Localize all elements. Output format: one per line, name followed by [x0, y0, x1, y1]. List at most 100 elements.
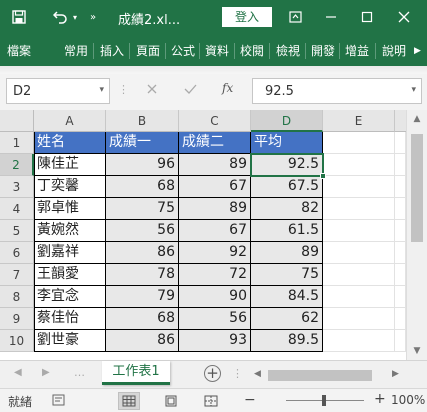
sheet-tabs-more-icon[interactable]: …	[74, 366, 85, 379]
cell-d1[interactable]: 平均	[251, 132, 323, 154]
cell-a9[interactable]: 蔡佳怡	[34, 308, 106, 330]
cell-f10[interactable]	[395, 330, 406, 352]
cell-e5[interactable]	[323, 220, 395, 242]
cell-e3[interactable]	[323, 176, 395, 198]
column-header-c[interactable]: C	[179, 110, 251, 132]
cell-b8[interactable]: 79	[106, 286, 179, 308]
cell-d8[interactable]: 84.5	[251, 286, 323, 308]
cell-f9[interactable]	[395, 308, 406, 330]
fill-handle[interactable]	[320, 173, 326, 179]
cell-f4[interactable]	[395, 198, 406, 220]
cell-c1[interactable]: 成績二	[179, 132, 251, 154]
row-header-4[interactable]: 4	[0, 198, 34, 220]
undo-dropdown-icon[interactable]: ▾	[70, 0, 80, 34]
cell-e6[interactable]	[323, 242, 395, 264]
tab-insert[interactable]: 插入	[100, 42, 124, 60]
column-header-e[interactable]: E	[323, 110, 395, 132]
zoom-level[interactable]: 100%	[391, 393, 425, 407]
cell-e10[interactable]	[323, 330, 395, 352]
expand-formula-bar-icon[interactable]: ▾	[411, 85, 416, 95]
cell-b4[interactable]: 75	[106, 198, 179, 220]
confirm-entry-icon[interactable]	[184, 83, 197, 98]
scroll-left-icon[interactable]: ◀	[254, 369, 261, 379]
cell-a6[interactable]: 劉嘉祥	[34, 242, 106, 264]
column-header-b[interactable]: B	[106, 110, 179, 132]
row-header-5[interactable]: 5	[0, 220, 34, 242]
row-header-8[interactable]: 8	[0, 286, 34, 308]
cell-e2[interactable]	[323, 154, 395, 176]
tab-formulas[interactable]: 公式	[171, 42, 195, 60]
cell-b2[interactable]: 96	[106, 154, 179, 176]
tab-home[interactable]: 常用	[64, 42, 88, 60]
undo-icon[interactable]	[50, 0, 70, 34]
save-icon[interactable]	[8, 0, 30, 34]
cell-b10[interactable]: 86	[106, 330, 179, 352]
name-box-dropdown-icon[interactable]: ▾	[99, 85, 104, 95]
row-header-1[interactable]: 1	[0, 132, 34, 154]
name-box[interactable]: D2 ▾	[6, 78, 110, 104]
cell-c4[interactable]: 89	[179, 198, 251, 220]
cell-c6[interactable]: 92	[179, 242, 251, 264]
cell-f7[interactable]	[395, 264, 406, 286]
scroll-right-icon[interactable]: ▶	[392, 369, 399, 379]
vertical-scroll-thumb[interactable]	[411, 134, 423, 242]
scroll-up-icon[interactable]: ▲	[407, 114, 427, 124]
cell-f2[interactable]	[395, 154, 406, 176]
tab-data[interactable]: 資料	[205, 42, 229, 60]
cell-b3[interactable]: 68	[106, 176, 179, 198]
tab-review[interactable]: 校閱	[240, 42, 264, 60]
row-header-3[interactable]: 3	[0, 176, 34, 198]
cell-a5[interactable]: 黃婉然	[34, 220, 106, 242]
cell-d7[interactable]: 75	[251, 264, 323, 286]
cell-b9[interactable]: 68	[106, 308, 179, 330]
cell-f8[interactable]	[395, 286, 406, 308]
cell-d10[interactable]: 89.5	[251, 330, 323, 352]
row-header-9[interactable]: 9	[0, 308, 34, 330]
zoom-out-icon[interactable]: −	[244, 392, 256, 408]
close-icon[interactable]	[393, 0, 415, 34]
cell-c7[interactable]: 72	[179, 264, 251, 286]
cell-f6[interactable]	[395, 242, 406, 264]
row-header-6[interactable]: 6	[0, 242, 34, 264]
zoom-in-icon[interactable]: +	[374, 391, 386, 407]
minimize-icon[interactable]	[320, 0, 342, 34]
formula-input[interactable]: 92.5 ▾	[252, 78, 422, 104]
tab-file[interactable]: 檔案	[7, 42, 31, 60]
cell-f3[interactable]	[395, 176, 406, 198]
select-all-corner[interactable]	[0, 110, 34, 132]
column-header-d[interactable]: D	[251, 110, 323, 132]
accessibility-icon[interactable]	[52, 393, 66, 410]
tab-developer[interactable]: 開發	[311, 42, 335, 60]
zoom-slider-thumb[interactable]	[322, 395, 326, 406]
cell-a3[interactable]: 丁奕馨	[34, 176, 106, 198]
previous-sheet-icon[interactable]: ◀	[14, 367, 22, 378]
column-header-f[interactable]	[395, 110, 406, 132]
cell-d6[interactable]: 89	[251, 242, 323, 264]
row-header-2[interactable]: 2	[0, 154, 34, 176]
cell-c3[interactable]: 67	[179, 176, 251, 198]
horizontal-scroll-thumb[interactable]	[268, 370, 372, 381]
cell-c5[interactable]: 67	[179, 220, 251, 242]
cell-e1[interactable]	[323, 132, 395, 154]
cell-e8[interactable]	[323, 286, 395, 308]
page-layout-view-icon[interactable]	[160, 392, 182, 410]
signin-button[interactable]: 登入	[222, 7, 272, 27]
cell-a7[interactable]: 王韻愛	[34, 264, 106, 286]
cell-e7[interactable]	[323, 264, 395, 286]
tab-split-grip-icon[interactable]: ⋮	[232, 367, 243, 380]
next-sheet-icon[interactable]: ▶	[42, 367, 50, 378]
ribbon-scroll-right-icon[interactable]: ▶	[414, 42, 421, 60]
column-header-a[interactable]: A	[34, 110, 106, 132]
cell-c8[interactable]: 90	[179, 286, 251, 308]
ribbon-display-options-icon[interactable]	[284, 0, 306, 34]
page-break-preview-icon[interactable]	[200, 392, 222, 410]
cancel-entry-icon[interactable]	[146, 83, 158, 98]
cell-c10[interactable]: 93	[179, 330, 251, 352]
maximize-icon[interactable]	[356, 0, 378, 34]
cell-a4[interactable]: 郭卓惟	[34, 198, 106, 220]
cell-a8[interactable]: 李宜念	[34, 286, 106, 308]
cell-a10[interactable]: 劉世豪	[34, 330, 106, 352]
cell-d2[interactable]: 92.5	[251, 154, 323, 176]
more-commands-icon[interactable]: »	[86, 0, 100, 34]
cell-e9[interactable]	[323, 308, 395, 330]
